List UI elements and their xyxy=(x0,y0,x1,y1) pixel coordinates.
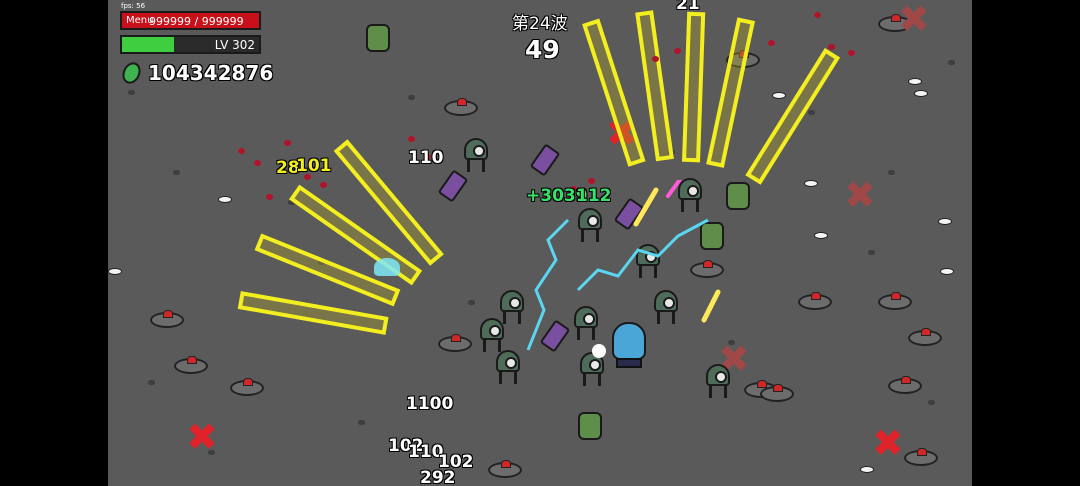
blood-splatter xyxy=(238,148,245,154)
damage-number: 1100 xyxy=(406,394,454,414)
red-x-marker-icon: ✖ xyxy=(186,415,218,459)
landmine-icon xyxy=(174,356,208,374)
damage-number: 292 xyxy=(420,468,456,486)
experience-fill xyxy=(122,37,175,52)
landmine-icon xyxy=(908,328,942,346)
faded-x-marker-icon: ✖ xyxy=(898,0,930,41)
landmine-icon xyxy=(904,448,938,466)
faded-x-marker-icon: ✖ xyxy=(844,173,876,217)
bone-shard xyxy=(804,180,818,187)
one-eyed-robot-icon xyxy=(480,318,504,352)
landmine-icon xyxy=(878,292,912,310)
bone-shard xyxy=(814,232,828,239)
ground-pebble xyxy=(148,380,155,385)
ground-pebble xyxy=(468,300,475,305)
one-eyed-robot-icon xyxy=(464,138,488,172)
player-character xyxy=(612,322,646,368)
blood-splatter xyxy=(408,136,415,142)
player-body xyxy=(612,322,646,360)
landmine-icon xyxy=(444,98,478,116)
landmine-icon xyxy=(230,378,264,396)
blood-splatter xyxy=(674,48,681,54)
ground-pebble xyxy=(808,110,815,115)
player-base xyxy=(616,358,642,368)
bone-shard xyxy=(914,90,928,97)
damage-number: 21 xyxy=(676,0,700,14)
ground-pebble xyxy=(128,90,135,95)
fps-counter: fps: 56 xyxy=(121,2,146,10)
bone-shard xyxy=(908,78,922,85)
purple-crystal-icon xyxy=(437,169,469,203)
blood-splatter xyxy=(320,182,327,188)
golden-sword-effect xyxy=(635,10,674,162)
energy-orb xyxy=(592,344,606,358)
damage-number: 110 xyxy=(408,148,444,168)
cactus-enemy-icon xyxy=(578,412,602,440)
health-bar[interactable]: Menu 999999 / 999999 xyxy=(120,11,261,30)
blood-splatter xyxy=(814,12,821,18)
gem-count: 104342876 xyxy=(148,61,274,85)
experience-bar: LV 302 xyxy=(120,35,261,54)
bone-shard xyxy=(938,218,952,225)
purple-crystal-icon xyxy=(529,143,561,177)
ground-pebble xyxy=(868,250,875,255)
bone-shard xyxy=(218,196,232,203)
landmine-icon xyxy=(150,310,184,328)
ground-pebble xyxy=(408,95,415,100)
cactus-enemy-icon xyxy=(726,182,750,210)
health-text: 999999 / 999999 xyxy=(149,15,244,28)
landmine-icon xyxy=(798,292,832,310)
landmine-icon xyxy=(760,384,794,402)
ground-pebble xyxy=(358,420,365,425)
cactus-enemy-icon xyxy=(366,24,390,52)
ground-pebble xyxy=(888,170,895,175)
blood-splatter xyxy=(254,160,261,166)
blood-splatter xyxy=(652,56,659,62)
landmine-icon xyxy=(488,460,522,478)
blood-splatter xyxy=(284,140,291,146)
heal-number: 112 xyxy=(576,186,612,206)
ground-pebble xyxy=(948,60,955,65)
wave-label: 第24波 xyxy=(512,14,568,34)
golden-sword-effect xyxy=(682,11,706,163)
ground-pebble xyxy=(928,400,935,405)
blood-splatter xyxy=(266,194,273,200)
red-x-marker-icon: ✖ xyxy=(872,421,904,465)
landmine-icon xyxy=(438,334,472,352)
bone-shard xyxy=(860,466,874,473)
blood-splatter xyxy=(848,50,855,56)
bone-shard xyxy=(108,268,122,275)
golden-sword-effect xyxy=(706,17,755,168)
ground-pebble xyxy=(173,170,180,175)
landmine-icon xyxy=(888,376,922,394)
golden-sword-effect xyxy=(745,48,841,185)
damage-number: 101 xyxy=(296,156,332,176)
golden-sword-effect xyxy=(237,291,389,335)
ice-shard-effect xyxy=(374,258,400,276)
level-text: LV 302 xyxy=(214,38,255,52)
wave-timer: 49 xyxy=(525,35,560,64)
game-screen: ✖ ✖ ✖ ✖ ✖ ✖ 21 110 28 101 +3039 112 1100… xyxy=(0,0,1080,486)
blood-splatter xyxy=(828,44,835,50)
blood-splatter xyxy=(768,40,775,46)
bone-shard xyxy=(772,92,786,99)
bone-shard xyxy=(940,268,954,275)
